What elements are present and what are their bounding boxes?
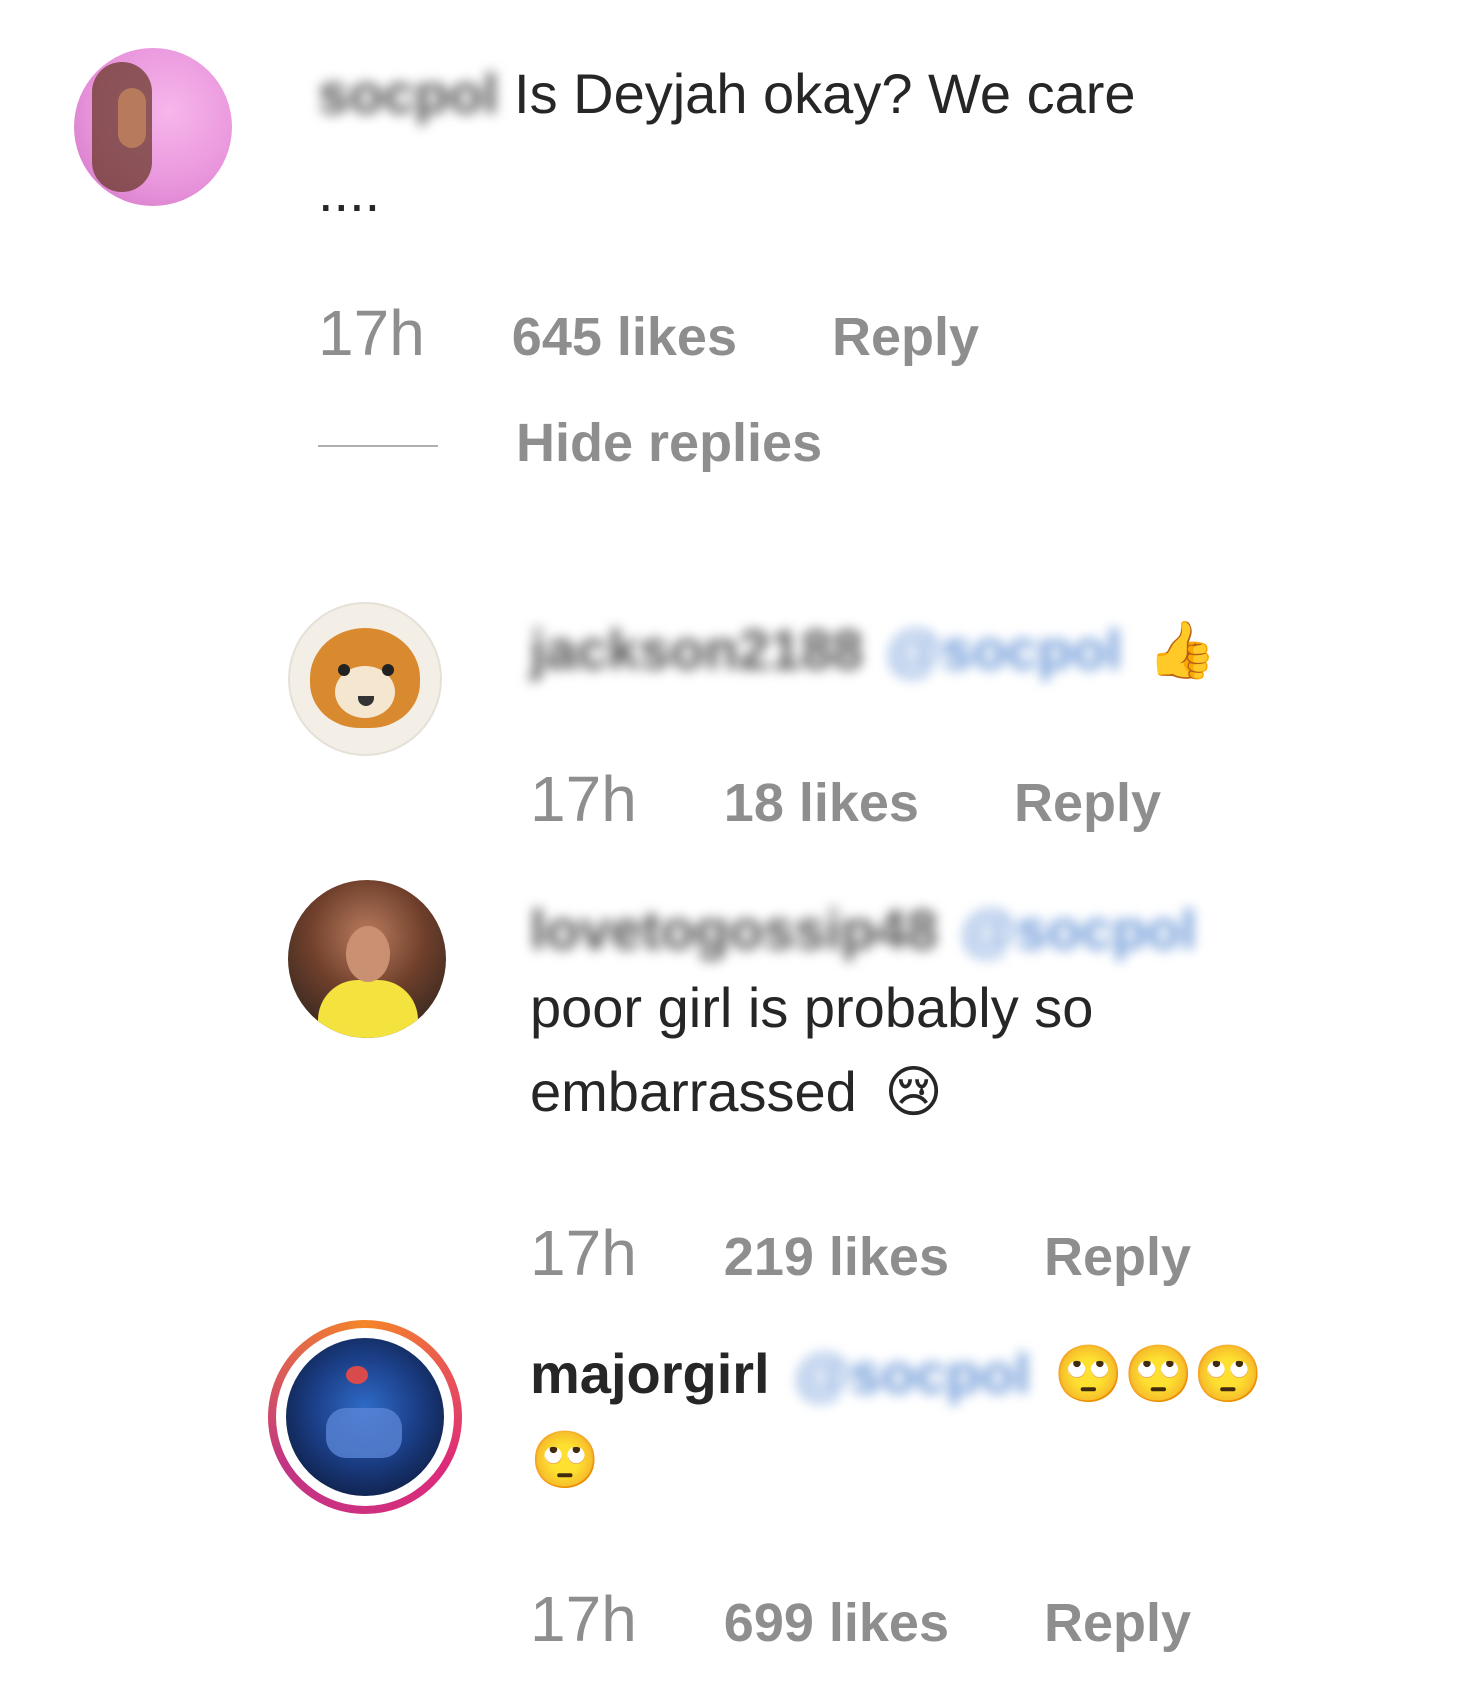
comment-time[interactable]: 17h xyxy=(318,297,425,369)
reply-button[interactable]: Reply xyxy=(1014,773,1161,833)
reply-time[interactable]: 17h xyxy=(530,1217,637,1289)
eye-roll-icon: 🙄 xyxy=(530,1428,600,1493)
reply-text: majorgirl @socpol 🙄🙄🙄 xyxy=(530,1332,1263,1417)
reply-mention[interactable]: @socpol xyxy=(795,1332,1030,1416)
avatar[interactable] xyxy=(288,602,442,756)
avatar[interactable] xyxy=(288,880,446,1038)
replies-divider xyxy=(318,445,438,447)
reply-button[interactable]: Reply xyxy=(1044,1227,1191,1287)
hide-replies-button[interactable]: Hide replies xyxy=(516,412,822,474)
reply-button[interactable]: Reply xyxy=(1044,1593,1191,1653)
comment-username[interactable]: socpol xyxy=(318,52,498,136)
reply-meta: 17h 699 likes Reply xyxy=(530,1582,1191,1656)
reply-body: poor girl is probably so xyxy=(530,976,1094,1039)
avatar[interactable] xyxy=(74,48,232,206)
comment-likes[interactable]: 645 likes xyxy=(512,307,737,367)
reply-mention[interactable]: @socpol xyxy=(961,888,1196,972)
reply-time[interactable]: 17h xyxy=(530,763,637,835)
story-ring[interactable] xyxy=(268,1320,462,1514)
reply-username[interactable]: majorgirl xyxy=(530,1342,770,1405)
thumbs-up-icon: 👍 xyxy=(1147,618,1218,683)
reply-mention[interactable]: @socpol xyxy=(887,608,1122,692)
reply-likes[interactable]: 219 likes xyxy=(724,1227,949,1287)
comment-meta: 17h 645 likes Reply xyxy=(318,296,979,370)
reply-meta: 17h 219 likes Reply xyxy=(530,1216,1191,1290)
comment-body: Is Deyjah okay? We care xyxy=(514,62,1136,125)
reply-body-line2: embarrassed 😢 xyxy=(530,1050,943,1135)
eye-roll-icon: 🙄🙄🙄 xyxy=(1053,1342,1264,1407)
reply-time[interactable]: 17h xyxy=(530,1583,637,1655)
reply-header: lovetogossip48 @socpol xyxy=(530,888,1196,972)
comment-text: socpol Is Deyjah okay? We care xyxy=(318,52,1136,136)
reply-text: jackson2188 @socpol 👍 xyxy=(530,608,1217,693)
reply-body-cont: embarrassed xyxy=(530,1060,857,1123)
reply-button[interactable]: Reply xyxy=(832,307,979,367)
avatar xyxy=(286,1338,444,1496)
reply-likes[interactable]: 699 likes xyxy=(724,1593,949,1653)
reply-username[interactable]: jackson2188 xyxy=(530,608,863,692)
crying-face-icon: 😢 xyxy=(884,1060,943,1125)
comment-body-cont: .... xyxy=(318,160,381,223)
reply-likes[interactable]: 18 likes xyxy=(724,773,919,833)
reply-username[interactable]: lovetogossip48 xyxy=(530,888,938,972)
reply-emoji-line2: 🙄 xyxy=(530,1418,600,1503)
reply-meta: 17h 18 likes Reply xyxy=(530,762,1161,836)
